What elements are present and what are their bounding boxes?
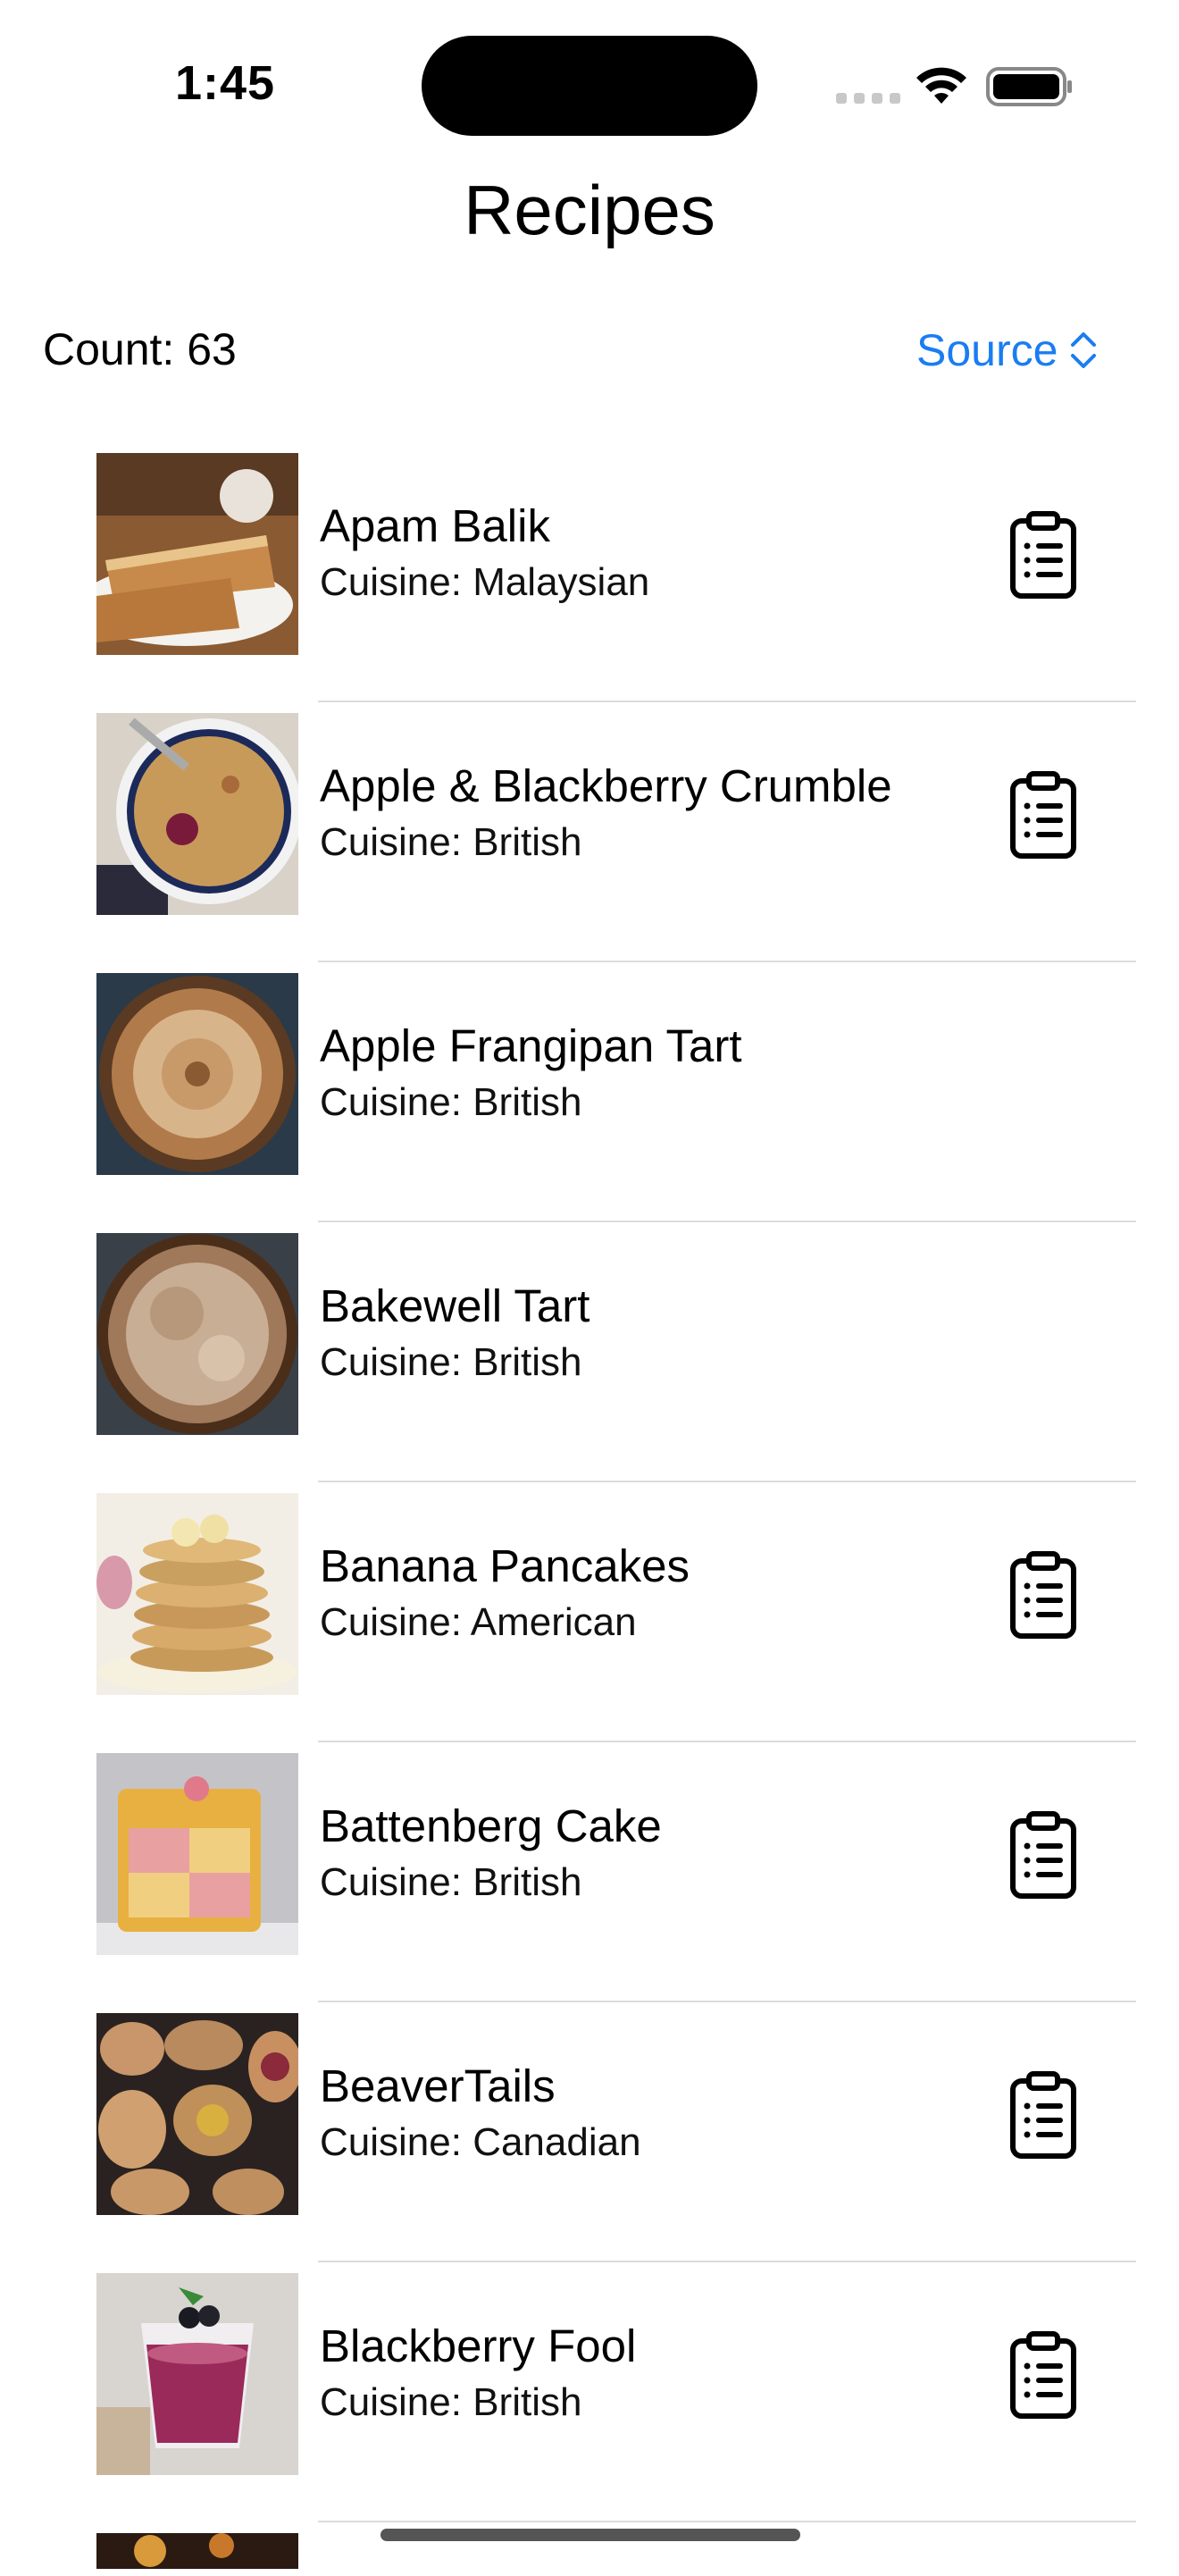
- clipboard-list-icon[interactable]: [1008, 2070, 1079, 2160]
- status-bar: 1:45: [0, 0, 1179, 161]
- home-indicator[interactable]: [380, 2529, 800, 2541]
- recipe-name: Bakewell Tart: [320, 1280, 590, 1331]
- recipe-row[interactable]: Blackberry Fool Cuisine: British: [0, 2262, 1179, 2522]
- recipe-cuisine: Cuisine: American: [320, 1600, 637, 1644]
- status-time: 1:45: [175, 56, 276, 110]
- recipe-cuisine: Cuisine: Canadian: [320, 2120, 641, 2164]
- clipboard-list-icon[interactable]: [1008, 1810, 1079, 1900]
- recipe-count-label: Count: 63: [43, 324, 237, 374]
- recipe-row[interactable]: Battenberg Cake Cuisine: British: [0, 1742, 1179, 2002]
- recipe-name: Apple & Blackberry Crumble: [320, 760, 892, 811]
- recipe-cuisine: Cuisine: British: [320, 1080, 582, 1124]
- clipboard-list-icon[interactable]: [1008, 2330, 1079, 2420]
- recipe-row[interactable]: BeaverTails Cuisine: Canadian: [0, 2002, 1179, 2262]
- recipe-thumbnail: [96, 973, 298, 1175]
- recipe-name: Blackberry Fool: [320, 2320, 637, 2371]
- recipe-row[interactable]: Apple Frangipan Tart Cuisine: British: [0, 962, 1179, 1222]
- recipe-cuisine: Cuisine: British: [320, 1860, 582, 1904]
- recipe-cuisine: Cuisine: British: [320, 1340, 582, 1384]
- clipboard-list-icon[interactable]: [1008, 770, 1079, 860]
- recipe-thumbnail: [96, 713, 298, 915]
- battery-icon: [986, 67, 1072, 106]
- wifi-icon: [916, 67, 966, 104]
- clipboard-list-icon[interactable]: [1008, 1550, 1079, 1640]
- recipe-row[interactable]: Banana Pancakes Cuisine: American: [0, 1482, 1179, 1742]
- recipe-list: Apam Balik Cuisine: Malaysian Apple & Bl…: [0, 442, 1179, 2576]
- recipe-name: Battenberg Cake: [320, 1800, 662, 1851]
- chevron-up-down-icon: [1071, 332, 1097, 368]
- recipe-thumbnail: [96, 2273, 298, 2475]
- clipboard-list-icon[interactable]: [1008, 510, 1079, 600]
- recipe-name: Apple Frangipan Tart: [320, 1020, 742, 1071]
- recipe-thumbnail: [96, 453, 298, 655]
- recipe-row[interactable]: Apple & Blackberry Crumble Cuisine: Brit…: [0, 702, 1179, 962]
- source-picker-label: Source: [916, 325, 1058, 375]
- recipe-thumbnail: [96, 1493, 298, 1695]
- recipe-cuisine: Cuisine: Malaysian: [320, 560, 650, 604]
- recipe-row[interactable]: Bakewell Tart Cuisine: British: [0, 1222, 1179, 1482]
- recipe-cuisine: Cuisine: British: [320, 2380, 582, 2424]
- dynamic-island: [422, 36, 757, 136]
- cellular-signal-icon: [836, 93, 900, 104]
- recipe-name: BeaverTails: [320, 2060, 556, 2111]
- source-picker-button[interactable]: Source: [916, 323, 1099, 377]
- recipe-cuisine: Cuisine: British: [320, 820, 582, 864]
- recipe-name: Banana Pancakes: [320, 1540, 690, 1591]
- recipe-thumbnail: [96, 2533, 298, 2569]
- recipe-row[interactable]: Apam Balik Cuisine: Malaysian: [0, 442, 1179, 702]
- recipe-thumbnail: [96, 1233, 298, 1435]
- recipe-name: Apam Balik: [320, 500, 550, 551]
- recipe-thumbnail: [96, 2013, 298, 2215]
- recipe-thumbnail: [96, 1753, 298, 1955]
- page-title: Recipes: [464, 171, 715, 249]
